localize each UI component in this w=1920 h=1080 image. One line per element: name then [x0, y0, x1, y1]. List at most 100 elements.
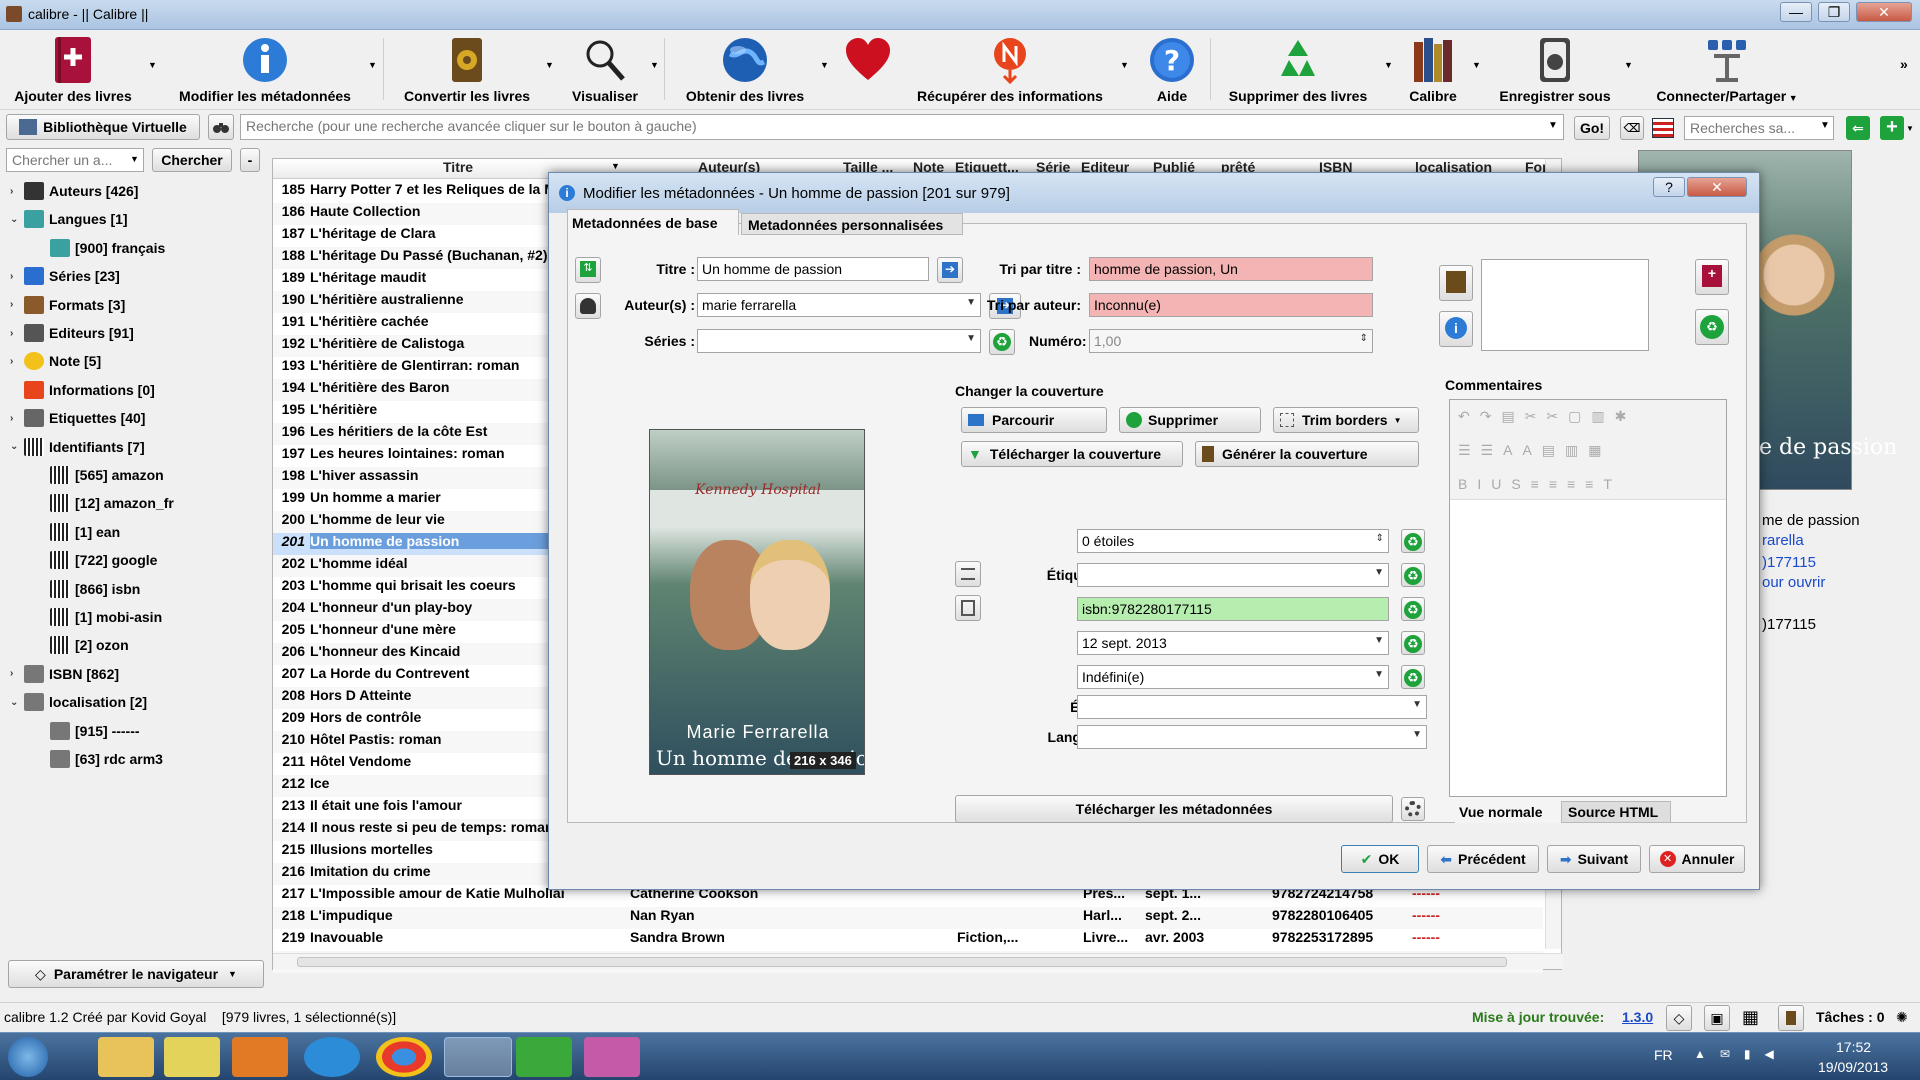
convert-books-button[interactable]: Convertir les livres: [392, 32, 542, 108]
expand-arrow-icon[interactable]: ›: [10, 413, 24, 424]
view-button[interactable]: Visualiser: [560, 32, 650, 108]
cell-title[interactable]: Hôtel Vendome: [310, 753, 564, 769]
advanced-search-button[interactable]: [208, 114, 234, 140]
dialog-close-button[interactable]: ✕: [1687, 177, 1747, 197]
cell-isbn[interactable]: 9782253172895: [1272, 929, 1392, 945]
metadata-settings-button[interactable]: [1401, 797, 1425, 821]
published-field[interactable]: Indéfini(e) ▼: [1077, 665, 1389, 689]
cell-title[interactable]: L'honneur d'un play-boy: [310, 599, 564, 615]
taskbar-paint-icon[interactable]: [584, 1037, 640, 1077]
cell-title[interactable]: L'héritière cachée: [310, 313, 564, 329]
cell-title[interactable]: L'héritage maudit: [310, 269, 564, 285]
chevron-down-icon[interactable]: ▼: [1374, 567, 1384, 578]
cell-title[interactable]: Hors de contrôle: [310, 709, 564, 725]
cell-title[interactable]: Hôtel Pastis: roman: [310, 731, 564, 747]
chevron-down-icon[interactable]: ▼: [966, 333, 976, 344]
highlight-toggle-icon[interactable]: [1652, 118, 1674, 138]
tree-node[interactable]: ⌄ Langues [1]: [10, 208, 128, 230]
details-author-link[interactable]: rarella: [1762, 532, 1804, 549]
remove-books-button[interactable]: Supprimer des livres: [1216, 32, 1380, 108]
taskbar-ie-icon[interactable]: [304, 1037, 360, 1077]
cell-title[interactable]: L'hiver assassin: [310, 467, 564, 483]
horizontal-scrollbar[interactable]: [273, 953, 1563, 969]
swap-title-author-button[interactable]: ⇅: [575, 257, 601, 283]
expand-arrow-icon[interactable]: ›: [10, 271, 24, 282]
clear-published-button[interactable]: ♻: [1401, 665, 1425, 689]
chevron-down-icon[interactable]: ▼: [650, 60, 659, 70]
jobs-status[interactable]: Tâches : 0: [1816, 1009, 1884, 1025]
format-actions-icon[interactable]: BIUS≡≡≡≡T: [1458, 476, 1622, 492]
chevron-down-icon[interactable]: ▼: [148, 60, 157, 70]
cell-author[interactable]: Sandra Brown: [630, 929, 770, 945]
virtual-library-button[interactable]: Bibliothèque Virtuelle: [6, 114, 200, 140]
publisher-field[interactable]: ▼: [1077, 695, 1427, 719]
set-metadata-from-format-button[interactable]: i: [1439, 311, 1473, 347]
add-format-button[interactable]: +: [1695, 259, 1729, 295]
cell-author[interactable]: Nan Ryan: [630, 907, 770, 923]
tree-node[interactable]: ⌄ Identifiants [7]: [10, 436, 145, 458]
cell-loc[interactable]: ------: [1412, 929, 1492, 945]
edit-actions-icon[interactable]: ↶↷▤✂✂▢▥✱: [1458, 408, 1636, 425]
table-row[interactable]: 219 Inavouable Sandra Brown Fiction,... Livr…: [273, 929, 1543, 951]
tree-node[interactable]: › Formats [3]: [10, 294, 125, 316]
tree-node[interactable]: Informations [0]: [10, 379, 155, 401]
date-field[interactable]: 12 sept. 2013 ▼: [1077, 631, 1389, 655]
tree-node[interactable]: [915] ------: [50, 720, 140, 742]
tree-node[interactable]: [1] ean: [50, 521, 120, 543]
set-cover-from-format-button[interactable]: [1439, 265, 1473, 301]
tree-node[interactable]: › Editeurs [91]: [10, 322, 134, 344]
cell-title[interactable]: Imitation du crime: [310, 863, 564, 879]
tray-icons[interactable]: ▲✉▮◀: [1694, 1047, 1788, 1061]
library-button[interactable]: Calibre: [1398, 32, 1468, 108]
rating-field[interactable]: 0 étoiles ⇕: [1077, 529, 1389, 553]
clear-search-button[interactable]: ⌫: [1620, 116, 1644, 140]
cell-loc[interactable]: ------: [1412, 907, 1492, 923]
taskbar-notes-icon[interactable]: [164, 1037, 220, 1077]
title-sort-field[interactable]: homme de passion, Un: [1089, 257, 1373, 281]
tab-comments-normal[interactable]: Vue normale: [1455, 801, 1561, 823]
minimize-button[interactable]: —: [1780, 2, 1812, 22]
tab-custom-metadata[interactable]: Metadonnées personnalisées: [741, 213, 963, 235]
tree-node[interactable]: [2] ozon: [50, 634, 129, 656]
cell-title[interactable]: Il nous reste si peu de temps: roman: [310, 819, 564, 835]
maximize-button[interactable]: ❐: [1818, 2, 1850, 22]
fetch-news-button[interactable]: Récupérer des informations: [906, 32, 1114, 108]
tree-node[interactable]: [63] rdc arm3: [50, 748, 163, 770]
languages-field[interactable]: ▼: [1077, 725, 1427, 749]
browse-cover-button[interactable]: Parcourir: [961, 407, 1107, 433]
cell-title[interactable]: L'homme qui brisait les coeurs: [310, 577, 564, 593]
clear-tags-button[interactable]: ♻: [1401, 563, 1425, 587]
dialog-help-button[interactable]: ?: [1653, 177, 1685, 197]
cell-title[interactable]: L'homme idéal: [310, 555, 564, 571]
taskbar-chrome-icon[interactable]: [376, 1037, 432, 1077]
cell-isbn[interactable]: 9782280106405: [1272, 907, 1392, 923]
tree-node[interactable]: › Etiquettes [40]: [10, 407, 145, 429]
cell-pub[interactable]: avr. 2003: [1145, 929, 1235, 945]
language-indicator[interactable]: FR: [1654, 1047, 1673, 1063]
chevron-down-icon[interactable]: ▼: [1374, 669, 1384, 680]
book-details-icon[interactable]: [1778, 1005, 1804, 1031]
series-number-field[interactable]: 1,00 ⇕: [1089, 329, 1373, 353]
chevron-down-icon[interactable]: ▼: [368, 60, 377, 70]
add-search-icon[interactable]: +: [1880, 116, 1904, 140]
update-version-link[interactable]: 1.3.0: [1622, 1009, 1653, 1025]
expand-arrow-icon[interactable]: ›: [10, 328, 24, 339]
spinner-icon[interactable]: ⇕: [1376, 533, 1384, 544]
help-button[interactable]: ? Aide: [1140, 32, 1204, 108]
title-sort-arrow-button[interactable]: ➔: [937, 257, 963, 283]
cell-title[interactable]: Inavouable: [310, 929, 564, 945]
search-input[interactable]: Recherche (pour une recherche avancée cl…: [240, 114, 1564, 140]
cell-title[interactable]: Les héritiers de la côte Est: [310, 423, 564, 439]
cell-title[interactable]: L'héritière de Calistoga: [310, 335, 564, 351]
spinner-icon[interactable]: ⇕: [1360, 333, 1368, 344]
save-to-disk-button[interactable]: Enregistrer sous: [1490, 32, 1620, 108]
cell-title[interactable]: Harry Potter 7 et les Reliques de la Mor…: [310, 181, 564, 197]
tab-basic-metadata[interactable]: Metadonnées de base: [567, 209, 739, 235]
manage-tags-button[interactable]: [955, 561, 981, 587]
cell-title[interactable]: Il était une fois l'amour: [310, 797, 564, 813]
details-id-link[interactable]: )177115: [1762, 554, 1816, 571]
collapse-all-button[interactable]: -: [240, 148, 260, 172]
expand-arrow-icon[interactable]: ›: [10, 356, 24, 367]
tree-node[interactable]: › Note [5]: [10, 350, 101, 372]
save-search-icon[interactable]: ⇐: [1846, 116, 1870, 140]
